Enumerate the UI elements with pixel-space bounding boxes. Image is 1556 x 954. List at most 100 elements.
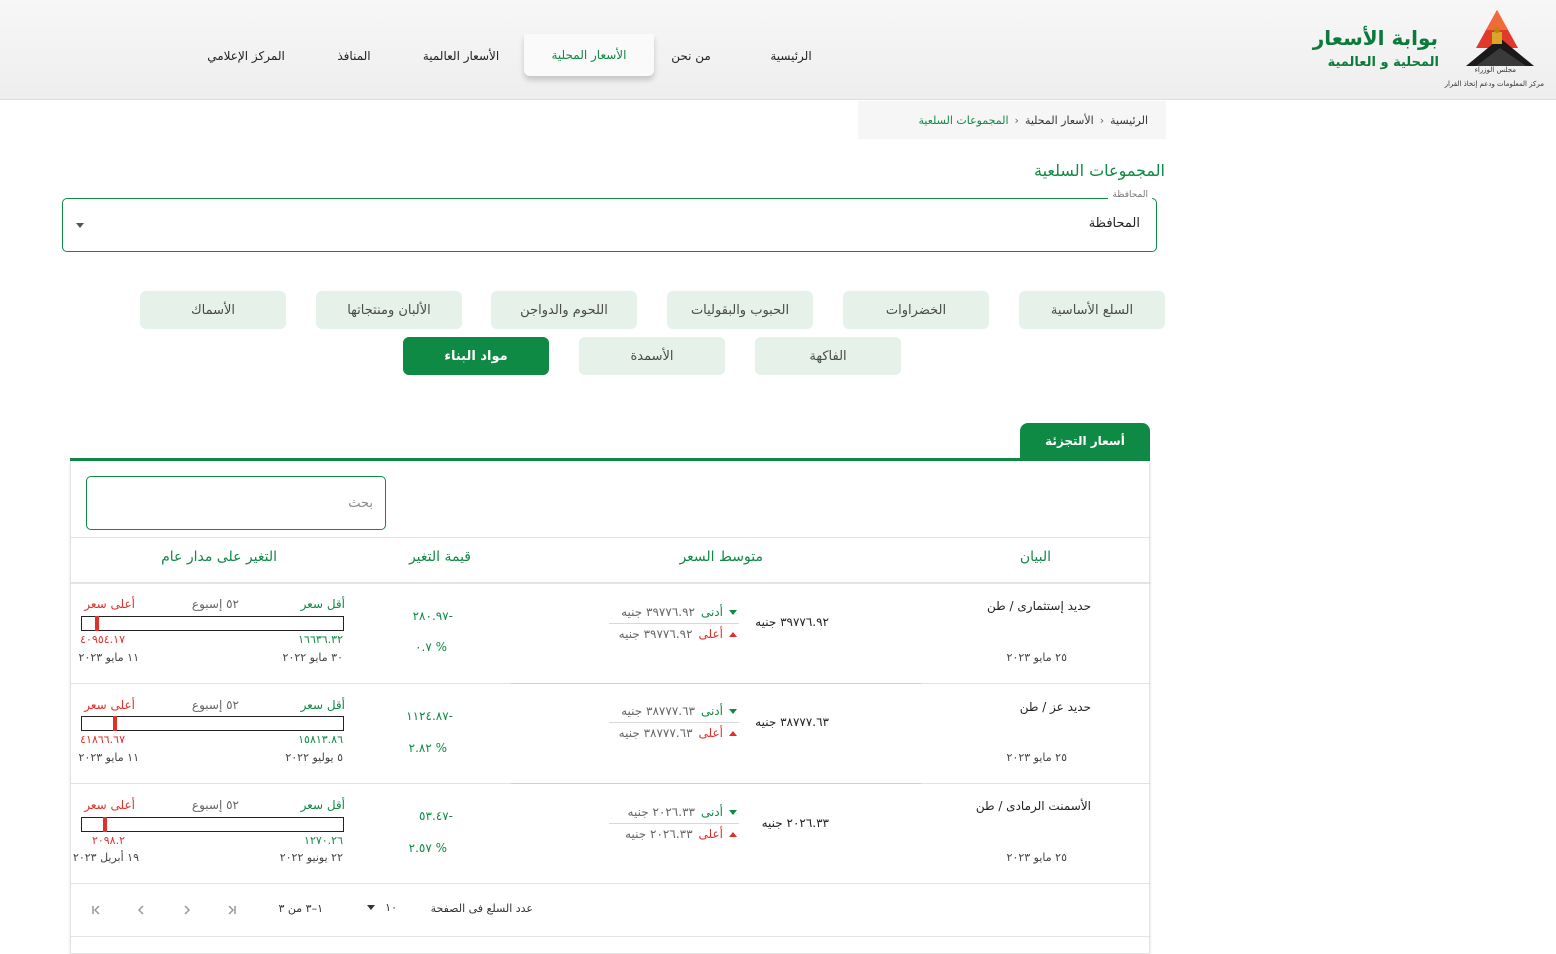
change-value: ٢٨٠.٩٧- — [412, 609, 453, 623]
item-name: حديد إستثمارى / طن — [987, 599, 1091, 613]
change-percent: ٢.٥٧ % — [408, 841, 447, 855]
arrow-up-icon — [729, 831, 737, 837]
chevron-right-icon — [184, 905, 191, 915]
current-price-marker — [103, 817, 107, 832]
nav-about[interactable]: من نحن — [646, 36, 736, 76]
year-range-bar — [81, 616, 344, 631]
emblem-caption: مجلس الوزراء — [1474, 66, 1516, 74]
search-input[interactable] — [86, 476, 386, 530]
nav-home[interactable]: الرئيسية — [746, 36, 836, 76]
item-date: ٢٥ مايو ٢٠٢٣ — [1006, 751, 1067, 764]
year-range-bar — [81, 817, 344, 832]
year-high-value: ٤١٨٦٦.٦٧ — [80, 733, 125, 746]
year-low-value: ١٥٨١٣.٨٦ — [298, 733, 343, 746]
weeks-label: ٥٢ إسبوع — [191, 597, 239, 611]
lowest-price-label: أقل سعر — [300, 597, 345, 611]
max-label: أعلى — [698, 627, 723, 641]
change-percent: ٢.٨٢ % — [408, 741, 447, 755]
portal-title[interactable]: بوابة الأسعار — [1313, 26, 1438, 50]
breadcrumb-local[interactable]: الأسعار المحلية — [1025, 114, 1094, 127]
lowest-price-label: أقل سعر — [300, 698, 345, 712]
category-fertilizers[interactable]: الأسمدة — [579, 337, 725, 375]
lowest-price-label: أقل سعر — [300, 798, 345, 812]
governorate-float-label: المحافظة — [1108, 190, 1152, 200]
category-fruit[interactable]: الفاكهة — [755, 337, 901, 375]
nav-outlets[interactable]: المنافذ — [314, 36, 394, 76]
previous-page-button[interactable] — [177, 901, 197, 919]
change-value: ١١٢٤.٨٧- — [406, 709, 453, 723]
max-value: ٣٨٧٧٧.٦٣ جنيه — [618, 726, 693, 740]
min-max-divider — [609, 623, 739, 624]
category-fish[interactable]: الأسماك — [140, 291, 286, 329]
min-label: أدنى — [700, 805, 723, 819]
page-size-select[interactable]: ١٠ — [367, 901, 397, 914]
column-header-item[interactable]: البيان — [1020, 549, 1051, 565]
last-page-icon — [92, 905, 100, 915]
max-value: ٢٠٢٦.٣٣ جنيه — [625, 827, 693, 841]
portal-subtitle: المحلية و العالمية — [1327, 55, 1439, 70]
column-header-change-value[interactable]: قيمة التغير — [409, 549, 471, 565]
category-grains[interactable]: الحبوب والبقوليات — [667, 291, 813, 329]
min-max-divider — [609, 722, 739, 723]
highest-price-label: أعلى سعر — [84, 798, 135, 812]
year-high-date: ١١ مايو ٢٠٢٣ — [78, 651, 139, 664]
item-name: حديد عز / طن — [1019, 700, 1091, 714]
breadcrumb-home[interactable]: الرئيسية — [1110, 114, 1148, 127]
row-divider — [511, 783, 921, 784]
row-divider — [511, 683, 921, 684]
items-per-page-label: عدد السلع فى الصفحة — [430, 902, 533, 915]
first-page-icon — [228, 905, 236, 915]
category-dairy[interactable]: الألبان ومنتجاتها — [316, 291, 462, 329]
site-header: مجلس الوزراء مركز المعلومات ودعم إتخاذ ا… — [0, 0, 1556, 100]
first-page-button[interactable] — [221, 901, 241, 919]
header-divider — [71, 537, 1151, 538]
min-value: ٣٩٧٧٦.٩٢ جنيه — [621, 605, 695, 619]
max-price: أعلى ٣٩٧٧٦.٩٢ جنيه — [619, 627, 737, 641]
year-high-date: ١٩ أبريل ٢٠٢٣ — [72, 851, 139, 864]
header-divider — [71, 582, 1151, 584]
breadcrumb-chevron-icon: ‹ — [1099, 113, 1105, 127]
tab-retail-prices[interactable]: أسعار التجزئة — [1020, 423, 1150, 459]
category-meat[interactable]: اللحوم والدواجن — [491, 291, 637, 329]
max-price: أعلى ٢٠٢٦.٣٣ جنيه — [625, 827, 737, 841]
governorate-select[interactable]: المحافظة — [62, 198, 1157, 252]
item-date: ٢٥ مايو ٢٠٢٣ — [1006, 851, 1067, 864]
arrow-down-icon — [729, 609, 737, 615]
weeks-label: ٥٢ إسبوع — [191, 798, 239, 812]
emblem-subcaption: مركز المعلومات ودعم إتخاذ القرار — [1444, 80, 1544, 88]
max-price: أعلى ٣٨٧٧٧.٦٣ جنيه — [619, 726, 737, 740]
year-high-date: ١١ مايو ٢٠٢٣ — [78, 751, 139, 764]
avg-price: ٢٠٢٦.٣٣ جنيه — [761, 816, 829, 830]
nav-media-center[interactable]: المركز الإعلامي — [186, 36, 306, 76]
paginator-divider — [71, 936, 1151, 937]
min-max-divider — [609, 823, 739, 824]
last-page-button[interactable] — [87, 901, 107, 919]
year-high-value: ٤٠٩٥٤.١٧ — [80, 633, 125, 646]
category-building[interactable]: مواد البناء — [403, 337, 549, 375]
year-low-date: ٣٠ مايو ٢٠٢٢ — [282, 651, 343, 664]
max-value: ٣٩٧٧٦.٩٢ جنيه — [618, 627, 693, 641]
current-price-marker — [113, 716, 117, 731]
min-label: أدنى — [700, 605, 723, 619]
prices-table-card: البيان متوسط السعر قيمة التغير التغير عل… — [70, 461, 1151, 954]
arrow-up-icon — [729, 730, 737, 736]
item-name: الأسمنت الرمادى / طن — [975, 799, 1091, 813]
change-percent: ٠.٧ % — [415, 640, 447, 654]
change-value: ٥٣.٤٧- — [419, 809, 453, 823]
nav-global-prices[interactable]: الأسعار العالمية — [406, 36, 516, 76]
column-header-avg-price[interactable]: متوسط السعر — [679, 549, 763, 565]
category-basic[interactable]: السلع الأساسية — [1019, 291, 1165, 329]
next-page-button[interactable] — [131, 901, 151, 919]
column-header-year-change[interactable]: التغير على مدار عام — [161, 549, 277, 565]
category-vegetables[interactable]: الخضراوات — [843, 291, 989, 329]
breadcrumb-chevron-icon: ‹ — [1014, 113, 1019, 127]
min-value: ٢٠٢٦.٣٣ جنيه — [627, 805, 695, 819]
min-label: أدنى — [700, 704, 723, 718]
year-high-value: ٢٠٩٨.٢ — [91, 834, 125, 847]
arrow-up-icon — [729, 631, 737, 637]
year-range-bar — [81, 716, 344, 731]
nav-local-prices[interactable]: الأسعار المحلية — [524, 34, 654, 76]
min-price: أدنى ٢٠٢٦.٣٣ جنيه — [628, 805, 737, 819]
min-value: ٣٨٧٧٧.٦٣ جنيه — [621, 704, 695, 718]
breadcrumb-current: المجموعات السلعية — [918, 113, 1009, 127]
